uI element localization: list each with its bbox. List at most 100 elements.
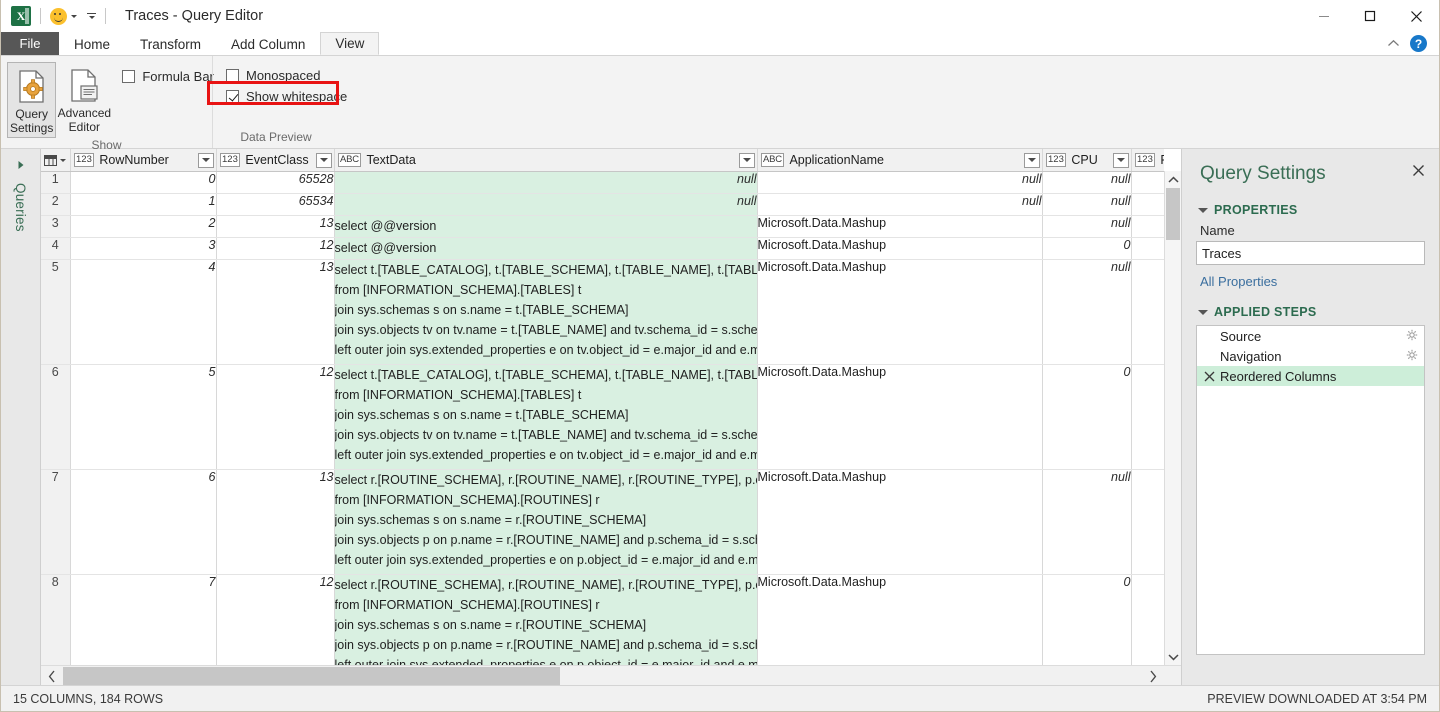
table-row[interactable]: 8 7 12 select r.[ROUTINE_SCHEMA], r.[ROU… bbox=[41, 574, 1164, 665]
cell-cpu[interactable]: null bbox=[1042, 259, 1132, 365]
checkbox-icon[interactable] bbox=[226, 69, 239, 82]
cell-eventclass[interactable]: 65534 bbox=[216, 193, 335, 216]
cell-eventclass[interactable]: 12 bbox=[216, 574, 335, 665]
properties-section-header[interactable]: PROPERTIES bbox=[1198, 203, 1425, 217]
horizontal-scroll-track[interactable] bbox=[63, 666, 1142, 688]
cell-rownumber[interactable]: 0 bbox=[70, 171, 217, 194]
select-all-table-icon[interactable] bbox=[44, 154, 58, 166]
all-properties-link[interactable]: All Properties bbox=[1200, 274, 1425, 289]
filter-dropdown-icon[interactable] bbox=[1112, 152, 1129, 168]
column-header-applicationname[interactable]: ABC ApplicationName bbox=[757, 149, 1043, 172]
maximize-icon[interactable] bbox=[1347, 0, 1393, 32]
monospaced-checkbox[interactable]: Monospaced bbox=[222, 65, 324, 86]
horizontal-scroll-thumb[interactable] bbox=[63, 666, 560, 687]
scroll-down-icon[interactable] bbox=[1165, 648, 1181, 665]
cell-reads[interactable] bbox=[1131, 364, 1164, 470]
tab-view[interactable]: View bbox=[320, 32, 380, 55]
delete-step-icon[interactable] bbox=[1203, 371, 1215, 382]
cell-reads[interactable] bbox=[1131, 574, 1164, 665]
cell-textdata[interactable]: select @@version bbox=[334, 215, 758, 238]
collapse-triangle-icon[interactable] bbox=[1198, 207, 1208, 213]
cell-rownumber[interactable]: 7 bbox=[70, 574, 217, 665]
tab-file[interactable]: File bbox=[1, 32, 59, 55]
gear-icon[interactable] bbox=[1406, 329, 1418, 344]
cell-textdata[interactable]: select r.[ROUTINE_SCHEMA], r.[ROUTINE_NA… bbox=[334, 469, 758, 575]
cell-applicationname[interactable]: Microsoft.Data.Mashup bbox=[757, 237, 1043, 260]
type-badge-number-icon[interactable]: 123 bbox=[219, 153, 241, 167]
cell-applicationname[interactable]: Microsoft.Data.Mashup bbox=[757, 364, 1043, 470]
tab-add-column[interactable]: Add Column bbox=[216, 32, 320, 55]
checkbox-checked-icon[interactable] bbox=[226, 90, 239, 103]
chevron-down-icon[interactable] bbox=[71, 14, 77, 18]
chevron-down-icon[interactable] bbox=[60, 158, 67, 162]
cell-rownumber[interactable]: 1 bbox=[70, 193, 217, 216]
cell-rownumber[interactable]: 5 bbox=[70, 364, 217, 470]
column-header-rownumber[interactable]: 123 RowNumber bbox=[70, 149, 217, 172]
cell-cpu[interactable]: null bbox=[1042, 215, 1132, 238]
cell-applicationname[interactable]: null bbox=[757, 171, 1043, 194]
column-header-textdata[interactable]: ABC TextData bbox=[334, 149, 758, 172]
cell-textdata[interactable]: select r.[ROUTINE_SCHEMA], r.[ROUTINE_NA… bbox=[334, 574, 758, 665]
close-icon[interactable] bbox=[1393, 0, 1439, 32]
type-badge-number-icon[interactable]: 123 bbox=[1134, 153, 1156, 167]
column-header-eventclass[interactable]: 123 EventClass bbox=[216, 149, 335, 172]
cell-applicationname[interactable]: Microsoft.Data.Mashup bbox=[757, 574, 1043, 665]
cell-applicationname[interactable]: null bbox=[757, 193, 1043, 216]
scroll-right-icon[interactable] bbox=[1142, 670, 1164, 683]
cell-rownumber[interactable]: 3 bbox=[70, 237, 217, 260]
table-row[interactable]: 5 4 13 select t.[TABLE_CATALOG], t.[TABL… bbox=[41, 259, 1164, 365]
table-row[interactable]: 1 0 65528 null null null bbox=[41, 171, 1164, 194]
chevron-right-icon[interactable] bbox=[18, 161, 23, 169]
cell-reads[interactable] bbox=[1131, 215, 1164, 238]
queries-pane-collapsed[interactable]: Queries bbox=[1, 149, 41, 687]
cell-applicationname[interactable]: Microsoft.Data.Mashup bbox=[757, 469, 1043, 575]
close-icon[interactable] bbox=[1409, 161, 1427, 179]
cell-rownumber[interactable]: 4 bbox=[70, 259, 217, 365]
applied-step-reordered-columns[interactable]: Reordered Columns bbox=[1197, 366, 1424, 386]
table-row[interactable]: 6 5 12 select t.[TABLE_CATALOG], t.[TABL… bbox=[41, 364, 1164, 470]
filter-dropdown-icon[interactable] bbox=[738, 152, 755, 168]
smiley-icon[interactable] bbox=[50, 7, 67, 25]
cell-reads[interactable] bbox=[1131, 171, 1164, 194]
cell-textdata[interactable]: select t.[TABLE_CATALOG], t.[TABLE_SCHEM… bbox=[334, 259, 758, 365]
query-name-input[interactable]: Traces bbox=[1196, 241, 1425, 265]
cell-cpu[interactable]: null bbox=[1042, 469, 1132, 575]
formula-bar-checkbox[interactable]: Formula Bar bbox=[118, 66, 218, 87]
customize-qat-icon[interactable] bbox=[87, 12, 96, 20]
cell-eventclass[interactable]: 12 bbox=[216, 237, 335, 260]
table-row[interactable]: 7 6 13 select r.[ROUTINE_SCHEMA], r.[ROU… bbox=[41, 469, 1164, 575]
show-whitespace-checkbox[interactable]: Show whitespace bbox=[222, 86, 351, 107]
cell-eventclass[interactable]: 12 bbox=[216, 364, 335, 470]
gear-icon[interactable] bbox=[1406, 349, 1418, 364]
cell-reads[interactable] bbox=[1131, 237, 1164, 260]
type-badge-number-icon[interactable]: 123 bbox=[1045, 153, 1067, 167]
cell-eventclass[interactable]: 13 bbox=[216, 259, 335, 365]
filter-dropdown-icon[interactable] bbox=[315, 152, 332, 168]
chevron-up-icon[interactable] bbox=[1387, 35, 1400, 53]
cell-rownumber[interactable]: 2 bbox=[70, 215, 217, 238]
grid-horizontal-scrollbar[interactable] bbox=[41, 665, 1164, 687]
cell-applicationname[interactable]: Microsoft.Data.Mashup bbox=[757, 259, 1043, 365]
query-settings-button[interactable]: Query Settings bbox=[7, 62, 57, 138]
type-badge-text-icon[interactable]: ABC bbox=[760, 153, 785, 167]
checkbox-icon[interactable] bbox=[122, 70, 136, 83]
type-badge-number-icon[interactable]: 123 bbox=[73, 153, 95, 167]
cell-rownumber[interactable]: 6 bbox=[70, 469, 217, 575]
cell-eventclass[interactable]: 65528 bbox=[216, 171, 335, 194]
vertical-scroll-thumb[interactable] bbox=[1166, 188, 1180, 240]
cell-cpu[interactable]: 0 bbox=[1042, 574, 1132, 665]
select-all-table-header[interactable] bbox=[41, 149, 71, 172]
cell-textdata[interactable]: null bbox=[334, 171, 758, 194]
filter-dropdown-icon[interactable] bbox=[197, 152, 214, 168]
applied-steps-section-header[interactable]: APPLIED STEPS bbox=[1198, 305, 1425, 319]
cell-cpu[interactable]: 0 bbox=[1042, 364, 1132, 470]
table-row[interactable]: 4 3 12 select @@version Microsoft.Data.M… bbox=[41, 237, 1164, 260]
applied-step-source[interactable]: Source bbox=[1197, 326, 1424, 346]
cell-cpu[interactable]: null bbox=[1042, 193, 1132, 216]
cell-eventclass[interactable]: 13 bbox=[216, 469, 335, 575]
cell-textdata[interactable]: select @@version bbox=[334, 237, 758, 260]
type-badge-text-icon[interactable]: ABC bbox=[337, 153, 362, 167]
column-header-cpu[interactable]: 123 CPU bbox=[1042, 149, 1132, 172]
cell-textdata[interactable]: null bbox=[334, 193, 758, 216]
cell-applicationname[interactable]: Microsoft.Data.Mashup bbox=[757, 215, 1043, 238]
